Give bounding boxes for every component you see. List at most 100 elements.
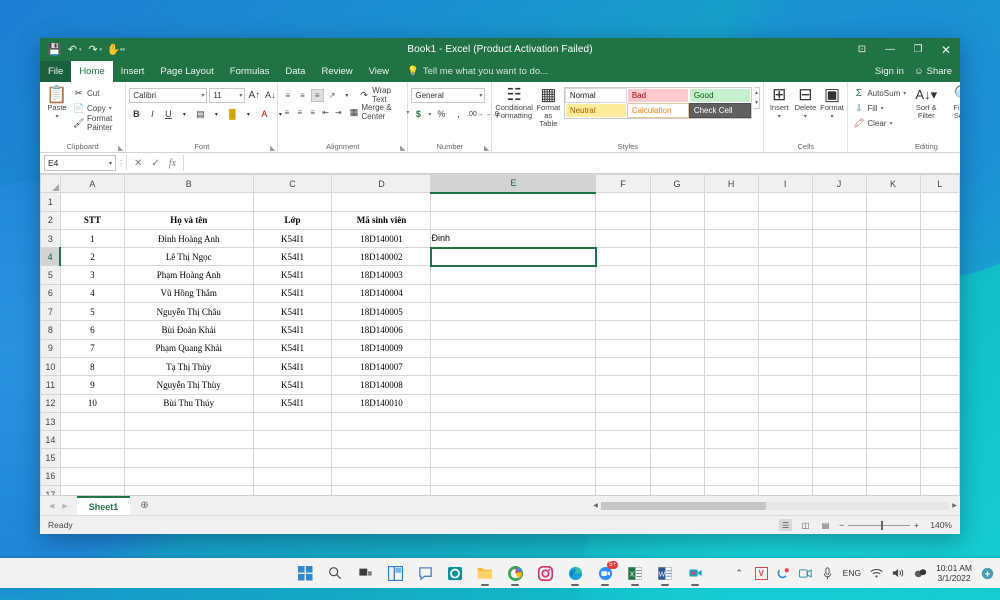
increase-decimal-icon[interactable]: .00→ xyxy=(467,107,484,121)
cell-l11[interactable] xyxy=(919,375,960,395)
cell-e1[interactable] xyxy=(430,192,597,212)
tab-home[interactable]: Home xyxy=(71,61,113,82)
cell-e15[interactable] xyxy=(430,448,597,468)
sheet-tab-sheet1[interactable]: Sheet1 xyxy=(76,495,131,515)
column-header-d[interactable]: D xyxy=(331,174,432,194)
cell-f4[interactable] xyxy=(595,247,651,267)
cell-e14[interactable] xyxy=(430,430,597,450)
column-header-j[interactable]: J xyxy=(811,174,867,194)
scroll-left-icon[interactable]: ◀ xyxy=(590,502,601,509)
cell-b14[interactable] xyxy=(123,430,254,450)
cell-k8[interactable] xyxy=(865,320,921,340)
row-header-8[interactable]: 8 xyxy=(40,320,61,340)
tab-view[interactable]: View xyxy=(361,61,397,82)
copy-button[interactable]: 📄 Copy ▾ xyxy=(73,101,122,115)
row-header-6[interactable]: 6 xyxy=(40,283,61,304)
cell-c13[interactable] xyxy=(252,411,333,432)
cell-k11[interactable] xyxy=(865,375,921,395)
zoom-in-button[interactable]: + xyxy=(914,520,919,530)
cell-k4[interactable] xyxy=(865,247,921,267)
instagram-icon[interactable] xyxy=(536,564,554,582)
cell-l9[interactable] xyxy=(919,338,960,358)
cell-i12[interactable] xyxy=(757,393,813,413)
increase-font-size-icon[interactable]: A↑ xyxy=(247,88,261,102)
cell-h10[interactable] xyxy=(703,356,759,377)
tell-me-search[interactable]: 💡 Tell me what you want to do... xyxy=(397,61,548,82)
cell-a1[interactable] xyxy=(59,192,125,212)
align-center-icon[interactable]: ≡ xyxy=(294,106,305,119)
cell-a14[interactable] xyxy=(59,430,125,450)
cell-a10[interactable]: 8 xyxy=(59,356,125,377)
zoom-out-button[interactable]: − xyxy=(839,520,844,530)
cell-c8[interactable]: K54I1 xyxy=(252,320,333,340)
column-header-h[interactable]: H xyxy=(703,174,759,194)
cell-j11[interactable] xyxy=(811,375,867,395)
cell-j17[interactable] xyxy=(811,485,867,495)
cell-g14[interactable] xyxy=(649,430,705,450)
cell-h16[interactable] xyxy=(703,466,759,487)
cell-c15[interactable] xyxy=(252,448,333,468)
cell-l4[interactable] xyxy=(919,247,960,267)
borders-dropdown-icon[interactable]: ▾ xyxy=(209,107,223,121)
cell-a17[interactable] xyxy=(59,485,125,495)
zoom-slider[interactable]: − + xyxy=(839,520,919,530)
cell-g17[interactable] xyxy=(649,485,705,495)
sign-in-button[interactable]: Sign in xyxy=(875,61,904,82)
tab-file[interactable]: File xyxy=(40,61,72,82)
cell-a7[interactable]: 5 xyxy=(59,302,125,322)
cell-e2[interactable] xyxy=(430,210,597,230)
cell-b13[interactable] xyxy=(123,411,254,432)
cell-j12[interactable] xyxy=(811,393,867,413)
cell-b1[interactable] xyxy=(123,192,254,212)
cell-d6[interactable]: 18D140004 xyxy=(331,283,432,304)
cell-i1[interactable] xyxy=(757,192,813,212)
cell-g2[interactable] xyxy=(649,210,705,230)
borders-icon[interactable]: ▤ xyxy=(193,107,207,121)
cell-f3[interactable] xyxy=(595,228,651,249)
row-header-2[interactable]: 2 xyxy=(40,210,61,230)
language-indicator[interactable]: ENG xyxy=(843,568,861,578)
cell-g8[interactable] xyxy=(649,320,705,340)
cell-e10[interactable] xyxy=(430,356,597,377)
cell-l5[interactable] xyxy=(919,265,960,285)
cell-c17[interactable] xyxy=(252,485,333,495)
cell-f8[interactable] xyxy=(595,320,651,340)
sheet-nav-arrows[interactable]: ◀ ▶ xyxy=(40,502,77,510)
cell-c5[interactable]: K54I1 xyxy=(252,265,333,285)
cell-i11[interactable] xyxy=(757,375,813,395)
alignment-dialog-launcher[interactable]: ◣ xyxy=(400,144,405,152)
cell-a6[interactable]: 4 xyxy=(59,283,125,304)
tab-page-layout[interactable]: Page Layout xyxy=(152,61,221,82)
decrease-font-size-icon[interactable]: A↓ xyxy=(263,88,277,102)
row-header-7[interactable]: 7 xyxy=(40,302,61,322)
cell-g9[interactable] xyxy=(649,338,705,358)
cell-a3[interactable]: 1 xyxy=(59,228,125,249)
column-header-b[interactable]: B xyxy=(123,174,254,194)
cell-h1[interactable] xyxy=(703,192,759,212)
cell-k10[interactable] xyxy=(865,356,921,377)
font-size-combo[interactable]: 11 xyxy=(209,87,246,103)
cell-l3[interactable] xyxy=(919,228,960,249)
excel-icon[interactable]: X xyxy=(626,564,644,586)
row-header-10[interactable]: 10 xyxy=(40,356,61,377)
cell-k13[interactable] xyxy=(865,411,921,432)
zoom-slider-thumb[interactable] xyxy=(881,520,884,530)
style-calculation[interactable]: Calculation xyxy=(626,103,689,118)
insert-dropdown-icon[interactable]: ▾ xyxy=(778,113,781,120)
format-cells-button[interactable]: ▣ Format ▾ xyxy=(820,84,845,120)
cell-l12[interactable] xyxy=(919,393,960,413)
font-family-combo[interactable]: Calibri xyxy=(129,87,208,103)
cell-a4[interactable]: 2 xyxy=(59,247,125,267)
cell-f13[interactable] xyxy=(595,411,651,432)
cell-h8[interactable] xyxy=(703,320,759,340)
cell-i8[interactable] xyxy=(757,320,813,340)
cell-j14[interactable] xyxy=(811,430,867,450)
cell-e8[interactable] xyxy=(430,320,597,340)
cell-e17[interactable] xyxy=(430,485,597,495)
bold-button[interactable]: B xyxy=(129,107,143,121)
cell-c2[interactable]: Lớp xyxy=(252,210,333,230)
speaker-icon[interactable] xyxy=(892,567,905,580)
cell-l7[interactable] xyxy=(919,302,960,322)
cell-f1[interactable] xyxy=(595,192,651,212)
cell-h5[interactable] xyxy=(703,265,759,285)
